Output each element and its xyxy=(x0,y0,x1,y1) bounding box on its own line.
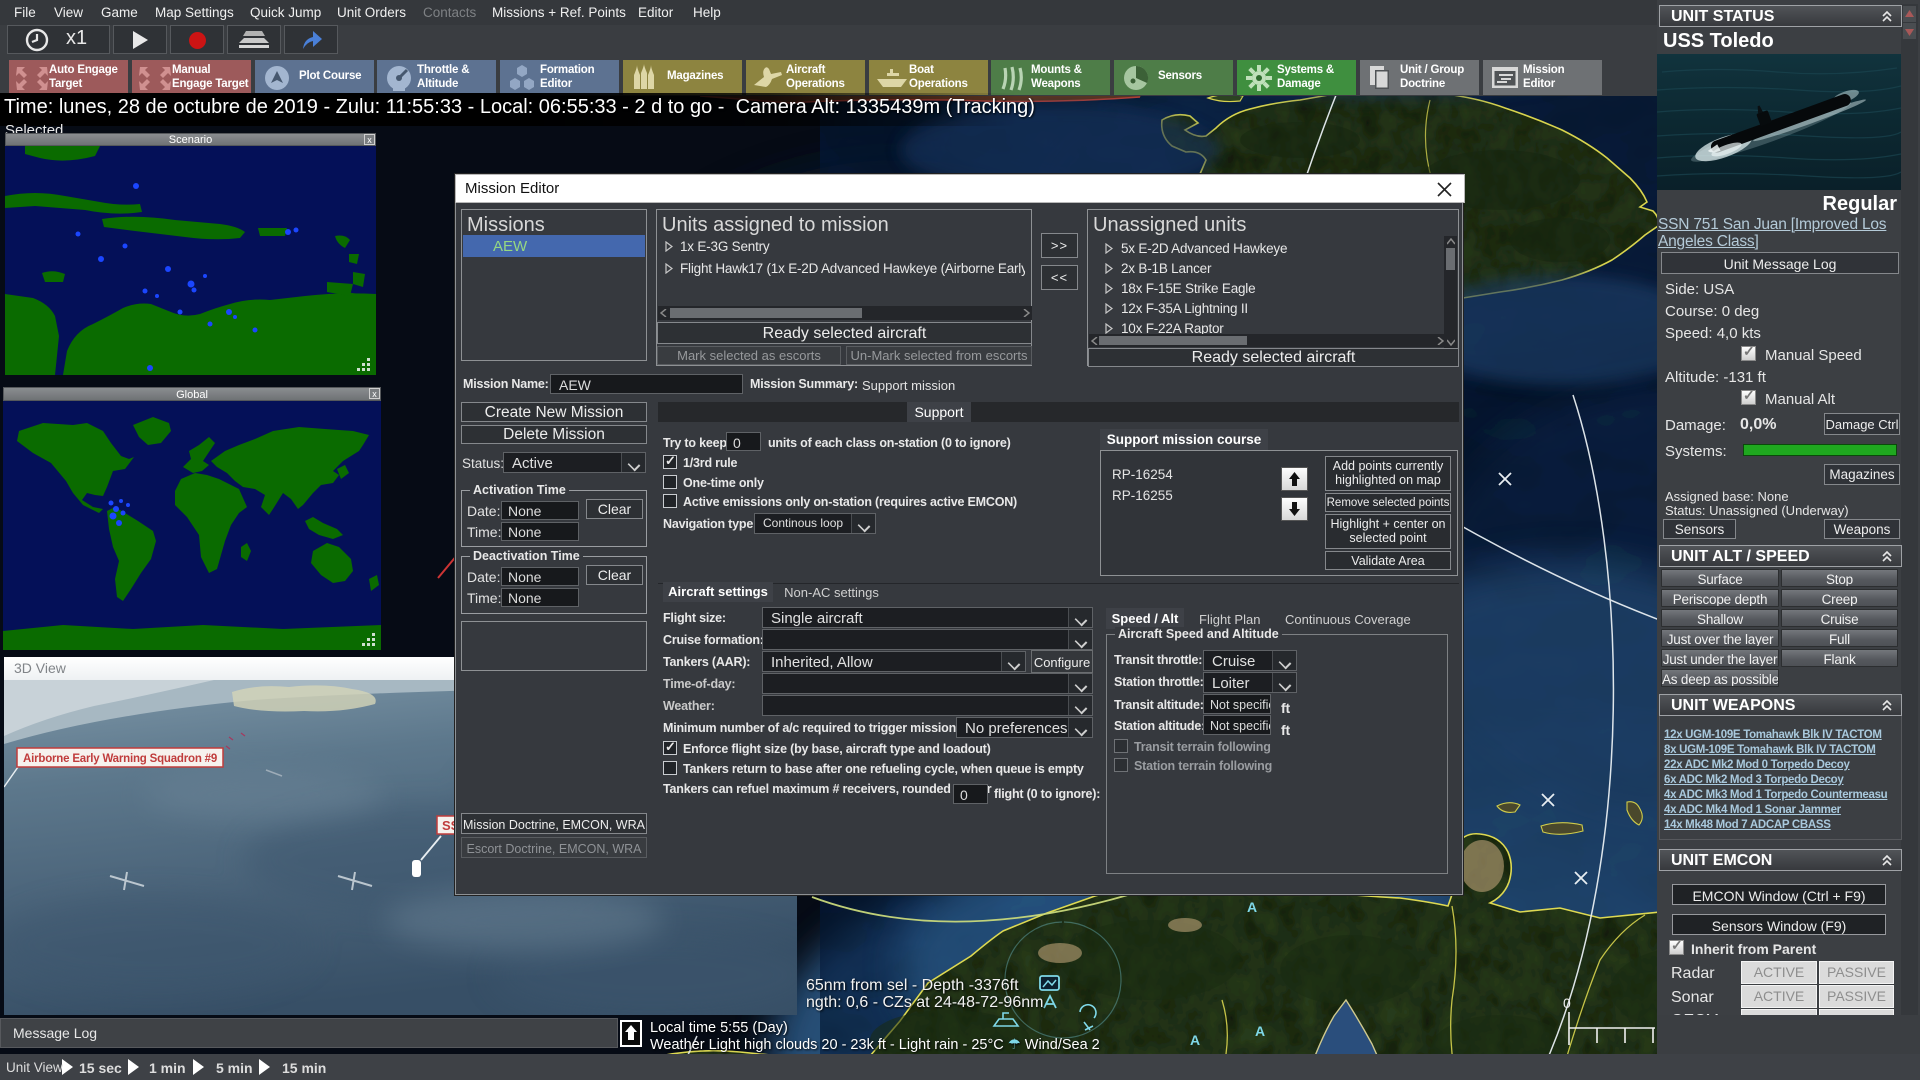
svg-text:A: A xyxy=(1247,899,1257,915)
svg-text:0: 0 xyxy=(1563,995,1571,1011)
svg-text:65nm from sel - Depth -3376ft: 65nm from sel - Depth -3376ft xyxy=(806,977,1019,994)
svg-text:Airborne Early Warning Squadro: Airborne Early Warning Squadron #9 xyxy=(23,753,217,765)
svg-text:ngth: 0,6 - CZs at 24-48-72-96: ngth: 0,6 - CZs at 24-48-72-96nm xyxy=(806,994,1043,1011)
svg-text:A: A xyxy=(1255,1023,1265,1039)
svg-text:A: A xyxy=(1190,1032,1200,1048)
